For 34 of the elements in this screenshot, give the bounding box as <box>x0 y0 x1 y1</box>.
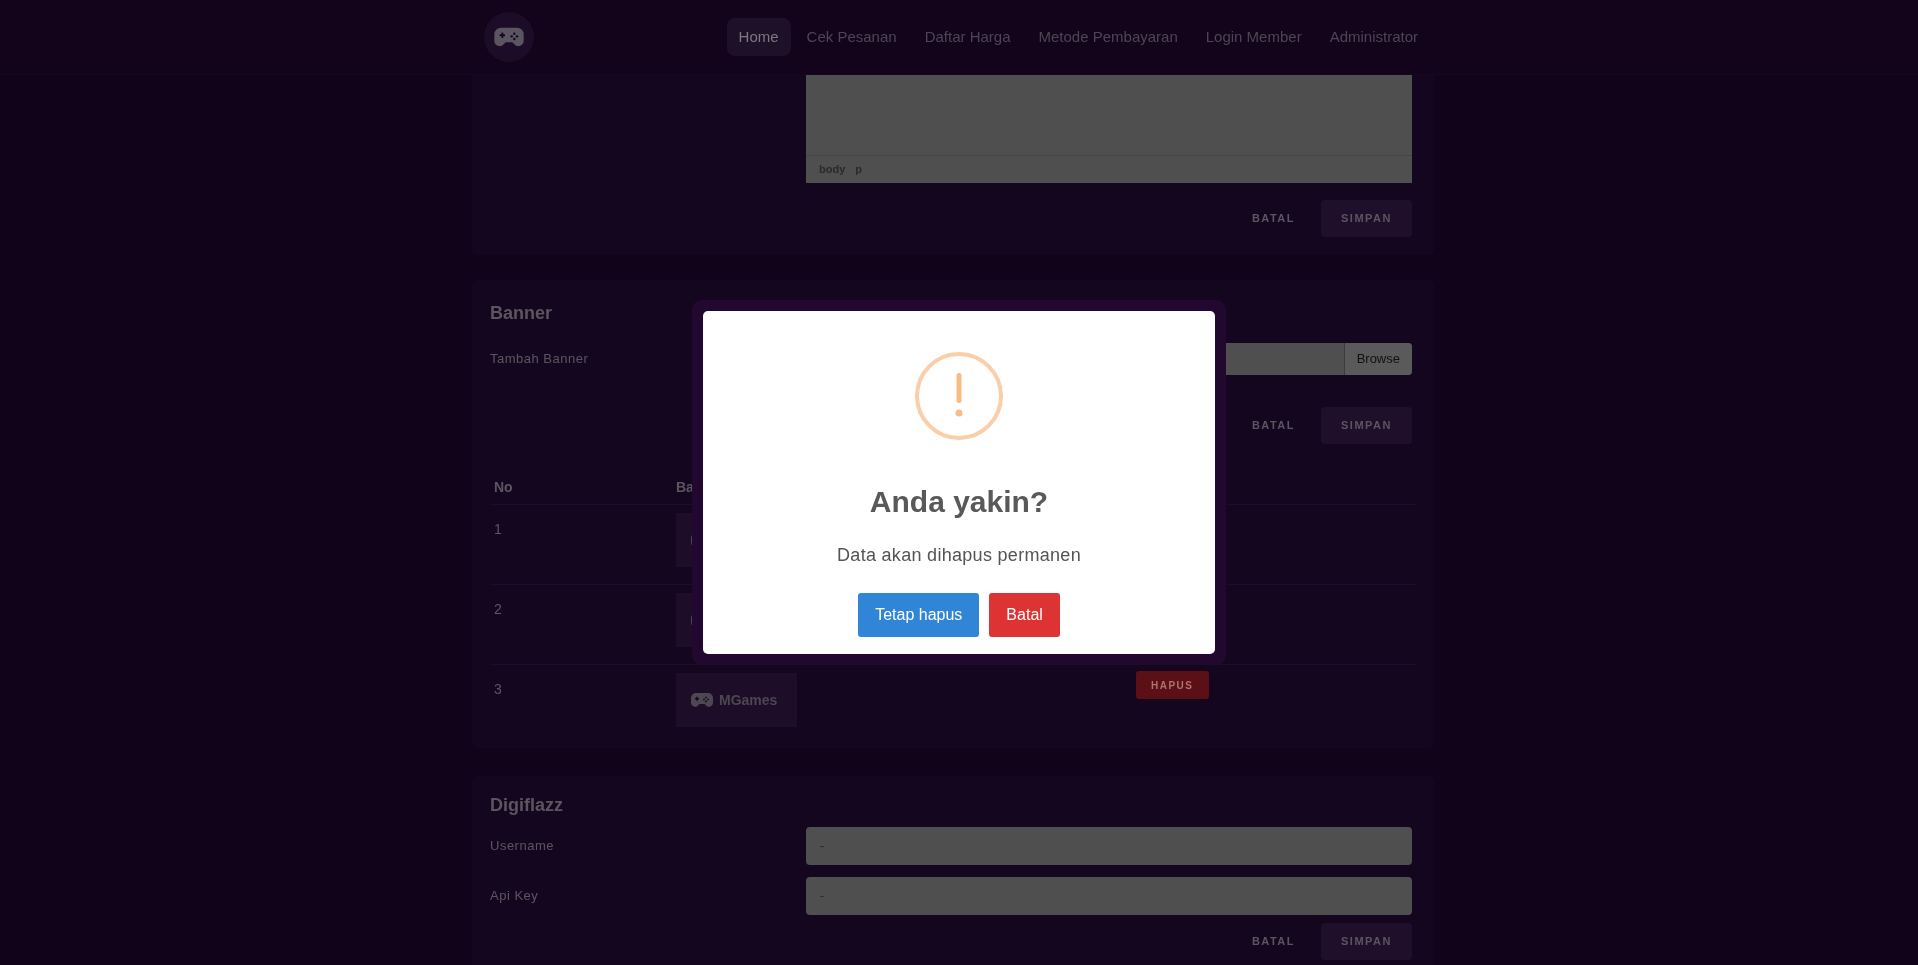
cancel-button[interactable]: BATAL <box>1231 923 1316 960</box>
gamepad-icon <box>493 26 525 48</box>
save-button[interactable]: SIMPAN <box>1321 923 1412 960</box>
column-header: No <box>494 477 514 497</box>
save-button[interactable]: SIMPAN <box>1321 200 1412 237</box>
card-title: Banner <box>490 302 553 325</box>
nav-link[interactable]: Administrator <box>1317 18 1430 56</box>
nav-link[interactable]: Metode Pembayaran <box>1026 18 1190 56</box>
cancel-button[interactable]: BATAL <box>1231 200 1316 237</box>
logo-badge[interactable] <box>484 12 534 62</box>
cancel-button[interactable]: BATAL <box>1231 407 1316 444</box>
field-label: Api Key <box>490 887 540 906</box>
field-label: Tambah Banner <box>490 350 590 369</box>
nav-link[interactable]: Login Member <box>1193 18 1314 56</box>
browse-button[interactable]: Browse <box>1343 343 1412 375</box>
field-label: Username <box>490 837 555 856</box>
nav-link[interactable]: Cek Pesanan <box>794 18 909 56</box>
warning-icon <box>914 351 1004 441</box>
card-title: Digiflazz <box>490 794 564 817</box>
logo-text: MGames <box>719 690 778 710</box>
gamepad-icon <box>690 692 714 708</box>
table-cell-text: 1 <box>494 520 503 539</box>
dialog-title: Anda yakin? <box>869 484 1049 520</box>
save-button[interactable]: SIMPAN <box>1321 407 1412 444</box>
cancel-button[interactable]: Batal <box>989 593 1060 637</box>
delete-button[interactable]: HAPUS <box>1136 671 1209 699</box>
table-cell-text: 2 <box>494 600 503 619</box>
input-field[interactable]: - <box>806 827 1412 865</box>
nav-link[interactable]: Daftar Harga <box>912 18 1023 56</box>
nav-link[interactable]: Home <box>726 18 791 56</box>
input-field[interactable]: - <box>806 877 1412 915</box>
table-cell-text: 3 <box>494 680 503 699</box>
confirm-button[interactable]: Tetap hapus <box>858 593 980 637</box>
dialog-message: Data akan dihapus permanen <box>837 544 1081 567</box>
